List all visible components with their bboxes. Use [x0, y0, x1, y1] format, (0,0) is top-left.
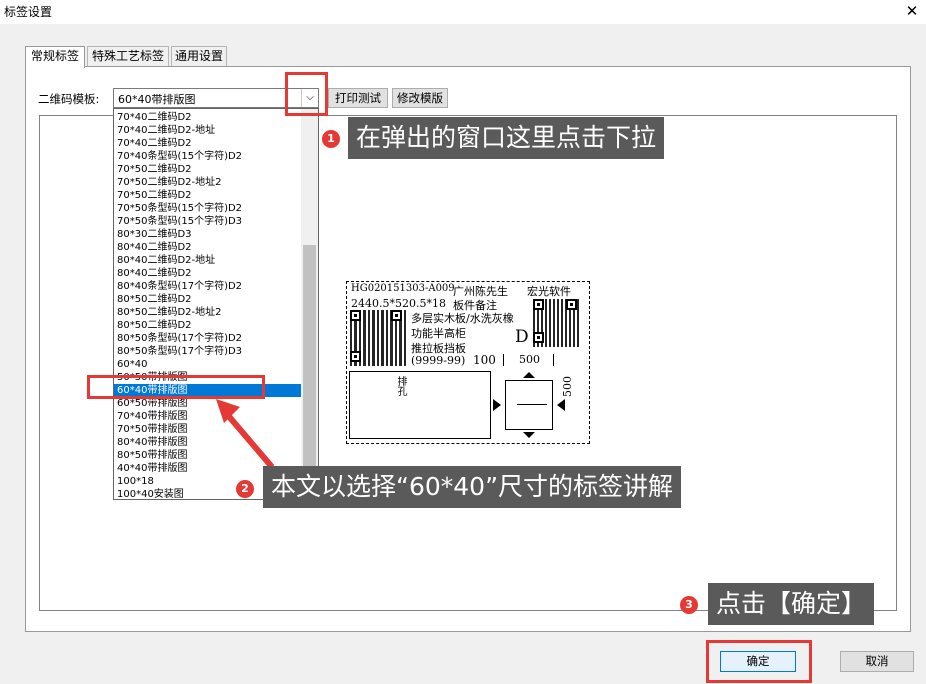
qr-code-right: [533, 299, 581, 347]
label-qty: 100: [473, 353, 496, 367]
label-material: 多层实木板/水洗灰橡: [411, 312, 514, 325]
dropdown-option[interactable]: 80*40二维码D2-地址: [114, 254, 303, 267]
dropdown-option[interactable]: 80*40二维码D2: [114, 241, 303, 254]
dropdown-option[interactable]: 80*50二维码D2-地址2: [114, 306, 303, 319]
dropdown-option[interactable]: 70*50二维码D2: [114, 163, 303, 176]
arrow-right-icon: [517, 404, 547, 405]
dropdown-option[interactable]: 70*50二维码D2-地址2: [114, 176, 303, 189]
label-width-dim: 500: [519, 353, 540, 366]
label-vertical-text: 排孔: [395, 376, 406, 396]
dropdown-option[interactable]: 70*40二维码D2: [114, 137, 303, 150]
label-size: 2440.5*520.5*18: [351, 297, 446, 310]
dropdown-option[interactable]: 70*40二维码D2-地址: [114, 124, 303, 137]
dropdown-option[interactable]: 80*50条型码(17个字符)D2: [114, 332, 303, 345]
highlight-ok-button: [706, 640, 812, 683]
dropdown-option[interactable]: 70*50条型码(15个字符)D2: [114, 202, 303, 215]
qr-code-left: [350, 310, 406, 366]
scrollbar-thumb[interactable]: [303, 245, 316, 495]
annotation-arrow-icon: [216, 399, 275, 469]
template-label: 二维码模板:: [38, 92, 100, 106]
label-code: HG020151303-A009: [351, 283, 455, 294]
dropdown-option[interactable]: 80*50条型码(17个字符)D3: [114, 345, 303, 358]
dropdown-option[interactable]: 80*50二维码D2: [114, 293, 303, 306]
step-badge-2: 2: [236, 480, 254, 498]
triangle-right-icon: [557, 399, 565, 411]
title-bar: [0, 0, 926, 24]
tab-special-process[interactable]: 特殊工艺标签: [87, 46, 169, 67]
tab-label: 常规标签: [30, 49, 79, 63]
dropdown-option[interactable]: 70*50条型码(15个字符)D3: [114, 215, 303, 228]
step-badge-1: 1: [322, 130, 340, 148]
step-badge-3: 3: [680, 596, 698, 614]
dim-tick-left: [503, 354, 504, 366]
close-icon[interactable]: ✕: [900, 0, 924, 22]
layout-part-rect: [505, 380, 553, 430]
layout-board-rect: [349, 371, 491, 439]
tab-general-label[interactable]: 常规标签: [25, 46, 85, 68]
cancel-button[interactable]: 取消: [840, 651, 914, 672]
dropdown-option[interactable]: 60*40: [114, 358, 303, 371]
print-test-button[interactable]: 打印测试: [328, 88, 388, 108]
edit-template-button[interactable]: 修改模版: [392, 88, 448, 108]
dim-tick-right: [553, 354, 554, 366]
dropdown-option[interactable]: 80*30二维码D3: [114, 228, 303, 241]
triangle-up-icon: [523, 372, 535, 378]
label-function: 功能半高柜: [411, 327, 466, 340]
dropdown-option[interactable]: 70*40二维码D2: [114, 111, 303, 124]
label-height-dim: 500: [561, 376, 574, 397]
template-select-value: 60*40带排版图: [118, 93, 196, 106]
label-company: 宏光软件: [527, 285, 571, 298]
triangle-left-icon: [493, 399, 501, 411]
callout-step-1: 在弹出的窗口这里点击下拉: [348, 117, 665, 159]
callout-step-3: 点击【确定】: [708, 583, 875, 625]
label-preview-card: HG020151303-A009 广州陈先生 宏光软件 2440.5*520.5…: [346, 281, 590, 444]
tab-general-settings[interactable]: 通用设置: [171, 46, 227, 67]
highlight-dropdown-button: [285, 72, 328, 116]
window-title: 标签设置: [4, 5, 53, 19]
label-range: (9999-99): [411, 354, 466, 367]
tab-label: 特殊工艺标签: [91, 49, 164, 63]
dropdown-option[interactable]: 80*40条型码(17个字符)D2: [114, 280, 303, 293]
dropdown-option[interactable]: 70*40条型码(15个字符)D2: [114, 150, 303, 163]
dropdown-option[interactable]: 80*50二维码D2: [114, 319, 303, 332]
callout-step-2: 本文以选择“60*40”尺寸的标签讲解: [263, 466, 682, 508]
triangle-down-icon: [523, 432, 535, 438]
label-d-mark: D: [515, 327, 529, 347]
tab-label: 通用设置: [174, 49, 223, 63]
dropdown-option[interactable]: 80*40二维码D2: [114, 267, 303, 280]
dropdown-option[interactable]: 70*50二维码D2: [114, 189, 303, 202]
